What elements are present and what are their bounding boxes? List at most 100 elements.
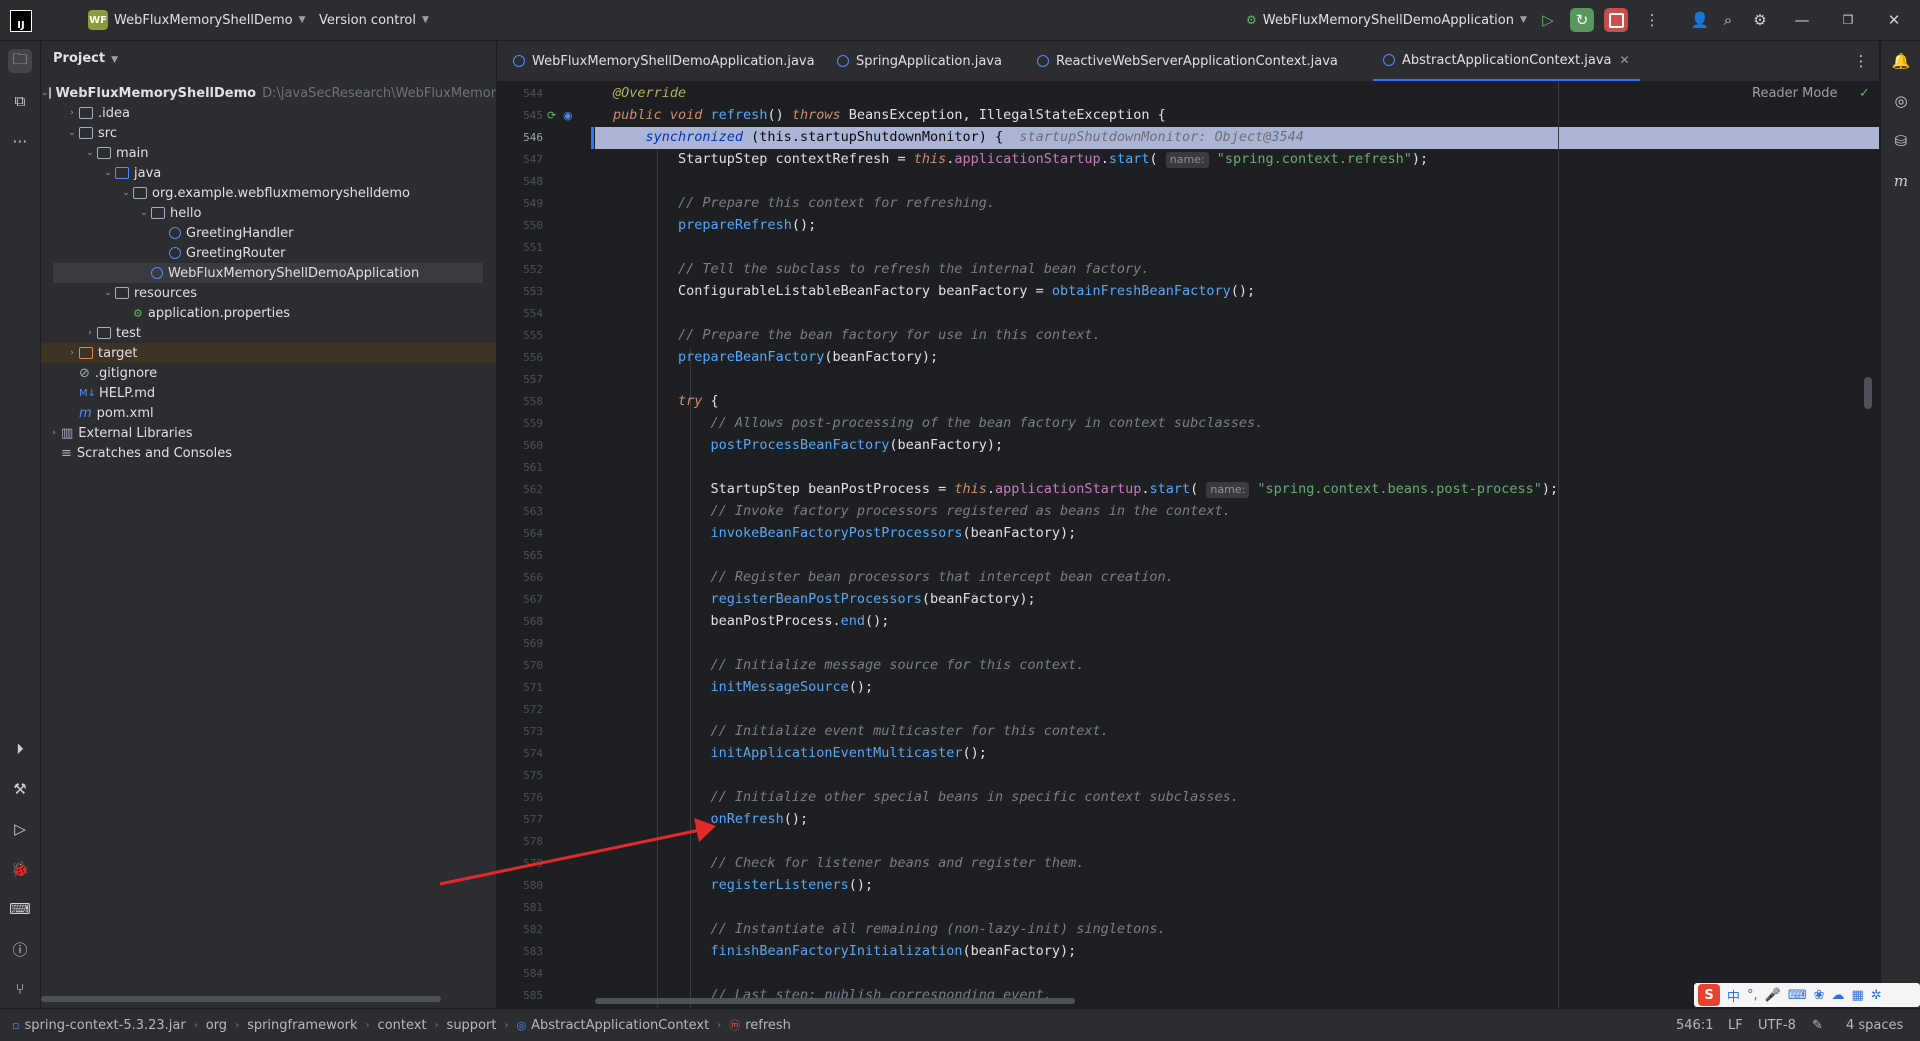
expand-chevron-icon[interactable]: ⌄ [119, 188, 133, 198]
code-line[interactable]: try { [613, 390, 719, 412]
code-line[interactable]: // Allows post-processing of the bean fa… [613, 412, 1264, 434]
project-horizontal-scrollbar[interactable] [41, 996, 441, 1002]
breadcrumb-item[interactable]: springframework [247, 1018, 357, 1033]
collapse-chevron-icon[interactable]: › [65, 348, 79, 358]
tree-item[interactable]: ≡ Scratches and Consoles [41, 443, 496, 463]
indent-setting[interactable]: 4 spaces [1846, 1009, 1903, 1041]
line-number[interactable]: 569 [497, 637, 543, 650]
project-panel-header[interactable]: Project ▼ [53, 51, 118, 66]
tree-item[interactable]: ⌄ resources [41, 283, 496, 303]
build-tool-icon[interactable]: ⚒ [8, 777, 32, 801]
services-tool-icon[interactable]: ⏵ [8, 737, 32, 761]
expand-chevron-icon[interactable]: ⌄ [101, 288, 115, 298]
line-number-gutter[interactable]: 544 545 546 547 548 549 550 551 552 553 554 555 556 5… [497, 82, 595, 1008]
tree-item[interactable]: ⌄ src [41, 123, 496, 143]
line-number[interactable]: 581 [497, 901, 543, 914]
line-number[interactable]: 557 [497, 373, 543, 386]
cloud-icon[interactable]: ☁ [1832, 988, 1845, 1003]
line-number[interactable]: 578 [497, 835, 543, 848]
ime-mode-indicator[interactable]: 中 [1727, 986, 1740, 1005]
tree-item[interactable]: ⊘ .gitignore [41, 363, 496, 383]
line-number[interactable]: 555 [497, 329, 543, 342]
expand-chevron-icon[interactable]: ⌄ [41, 88, 49, 98]
editor-vertical-scrollbar[interactable] [1864, 377, 1872, 409]
line-number[interactable]: 544 [497, 87, 543, 100]
intellij-logo-icon[interactable]: IJ [10, 10, 32, 32]
implementation-gutter-icon[interactable]: ◉ [563, 109, 573, 122]
code-line[interactable]: beanPostProcess.end(); [613, 610, 890, 632]
breadcrumb-item[interactable]: org [206, 1018, 227, 1033]
line-number[interactable]: 559 [497, 417, 543, 430]
code-line[interactable]: ConfigurableListableBeanFactory beanFact… [613, 280, 1255, 302]
code-line[interactable]: // Instantiate all remaining (non-lazy-i… [613, 918, 1166, 940]
line-number[interactable]: 572 [497, 703, 543, 716]
keyboard-icon[interactable]: ⌨ [1788, 988, 1807, 1003]
line-number[interactable]: 552 [497, 263, 543, 276]
grid-icon[interactable]: ▦ [1852, 988, 1864, 1003]
version-control-menu[interactable]: Version control ▼ [319, 0, 429, 40]
tree-item[interactable]: ⌄ hello [41, 203, 496, 223]
microphone-icon[interactable]: 🎤 [1765, 988, 1781, 1003]
close-tab-icon[interactable]: ✕ [1620, 53, 1630, 67]
code-line[interactable]: // Initialize message source for this co… [613, 654, 1085, 676]
line-number[interactable]: 576 [497, 791, 543, 804]
collapse-chevron-icon[interactable]: › [65, 108, 79, 118]
code-line[interactable]: initMessageSource(); [613, 676, 874, 698]
skin-icon[interactable]: ❀ [1814, 988, 1825, 1003]
line-number[interactable]: 563 [497, 505, 543, 518]
code-line[interactable]: // Initialize event multicaster for this… [613, 720, 1109, 742]
line-number[interactable]: 553 [497, 285, 543, 298]
punctuation-icon[interactable]: °, [1747, 988, 1758, 1003]
line-number[interactable]: 584 [497, 967, 543, 980]
line-number[interactable]: 566 [497, 571, 543, 584]
problems-tool-icon[interactable]: ⓘ [8, 937, 32, 961]
tree-item[interactable]: WebFluxMemoryShellDemoApplication [53, 263, 483, 283]
rerun-button[interactable]: ↻ [1570, 8, 1594, 32]
code-line[interactable]: // Invoke factory processors registered … [613, 500, 1231, 522]
more-actions-icon[interactable]: ⋮ [1640, 8, 1664, 32]
tree-item[interactable]: M↓ HELP.md [41, 383, 496, 403]
tree-item[interactable]: ⌄ WebFluxMemoryShellDemo D:\javaSecResearc… [41, 83, 496, 103]
run-tool-icon[interactable]: ▷ [8, 817, 32, 841]
tree-item[interactable]: GreetingRouter [41, 243, 496, 263]
code-line[interactable]: // Prepare the bean factory for use in t… [613, 324, 1101, 346]
line-number[interactable]: 549 [497, 197, 543, 210]
code-line[interactable]: initApplicationEventMulticaster(); [613, 742, 987, 764]
breadcrumb-item[interactable]: context [378, 1018, 427, 1033]
debug-tool-icon[interactable]: 🐞 [8, 857, 32, 881]
line-number[interactable]: 567 [497, 593, 543, 606]
override-gutter-icon[interactable]: ⟳ [547, 109, 556, 122]
project-tool-icon[interactable]: 🗀 [8, 49, 32, 73]
line-number[interactable]: 571 [497, 681, 543, 694]
tab-webflux-application[interactable]: WebFluxMemoryShellDemoApplication.java [513, 41, 815, 81]
settings-gear-icon[interactable]: ⚙ [1748, 8, 1772, 32]
structure-tool-icon[interactable]: ⧉ [8, 89, 32, 113]
line-number[interactable]: 561 [497, 461, 543, 474]
tree-item[interactable]: › target [41, 343, 496, 363]
breadcrumb-item[interactable]: spring-context-5.3.23.jar [24, 1018, 185, 1033]
line-number[interactable]: 579 [497, 857, 543, 870]
expand-chevron-icon[interactable]: ⌄ [101, 168, 115, 178]
stop-button[interactable] [1604, 8, 1628, 32]
tree-item[interactable]: ⚙ application.properties [41, 303, 496, 323]
project-switcher[interactable]: WebFluxMemoryShellDemo ▼ [114, 0, 306, 40]
reader-mode-toggle[interactable]: Reader Mode [1752, 86, 1838, 101]
search-icon[interactable]: ⌕ [1716, 8, 1740, 32]
tree-item[interactable]: ⌄ java [41, 163, 496, 183]
terminal-tool-icon[interactable]: ⌨ [8, 897, 32, 921]
collapse-chevron-icon[interactable]: › [83, 328, 97, 338]
tree-item[interactable]: › ▥ External Libraries [41, 423, 496, 443]
tab-abstract-application-context[interactable]: AbstractApplicationContext.java ✕ [1373, 41, 1640, 81]
line-number[interactable]: 585 [497, 989, 543, 1002]
main-menu-icon[interactable] [48, 12, 68, 28]
more-tools-icon[interactable]: ⋯ [8, 129, 32, 153]
code-line[interactable]: prepareBeanFactory(beanFactory); [613, 346, 938, 368]
tab-spring-application[interactable]: SpringApplication.java [837, 41, 1002, 81]
code-line[interactable]: public void refresh() throws BeansExcept… [613, 104, 1166, 126]
line-number[interactable]: 570 [497, 659, 543, 672]
settings-icon[interactable]: ✲ [1871, 988, 1882, 1003]
run-configuration-selector[interactable]: ⚙ WebFluxMemoryShellDemoApplication ▼ [1246, 0, 1527, 40]
tree-item[interactable]: GreetingHandler [41, 223, 496, 243]
code-line[interactable]: StartupStep contextRefresh = this.applic… [613, 148, 1428, 170]
code-line[interactable]: // Tell the subclass to refresh the inte… [613, 258, 1149, 280]
